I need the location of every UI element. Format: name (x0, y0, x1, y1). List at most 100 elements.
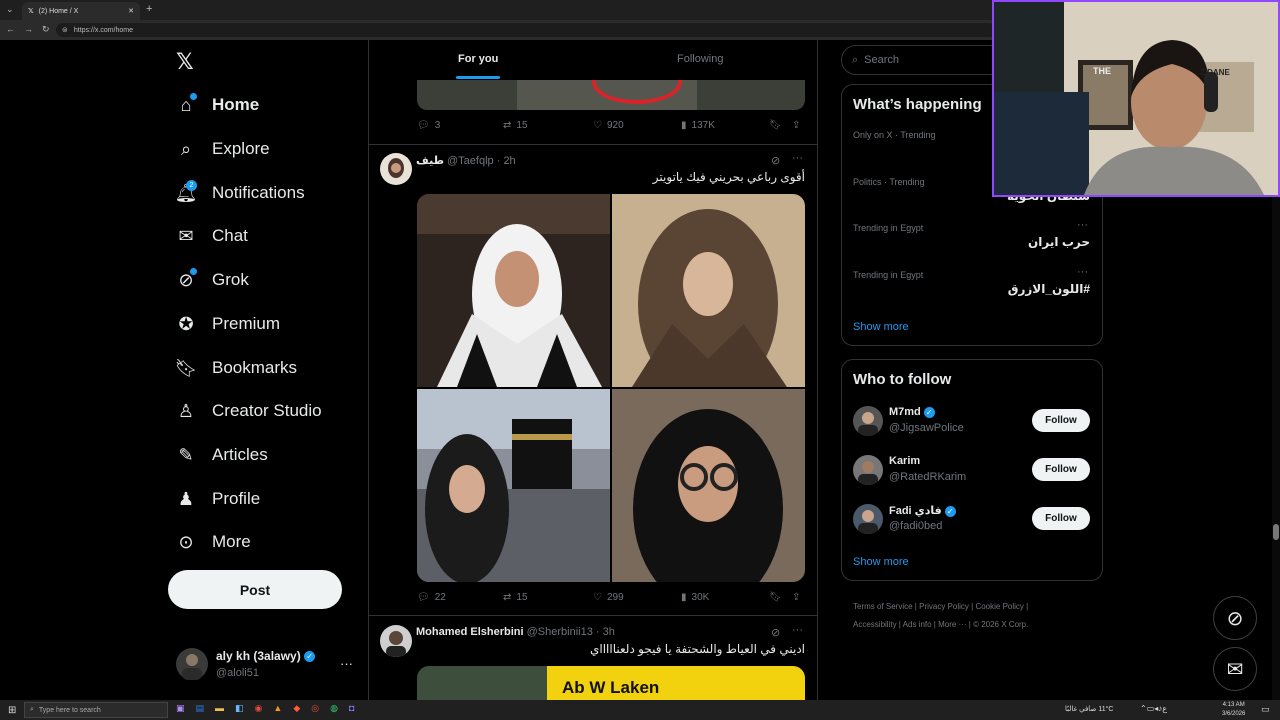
trend-more-icon[interactable]: ··· (1077, 219, 1088, 231)
tab-list-icon[interactable]: ⌄ (6, 4, 14, 15)
sidebar-item-chat[interactable]: ✉ Chat (176, 218, 247, 254)
media-photo-4[interactable] (612, 389, 805, 582)
notification-center-icon[interactable]: ▭ (1261, 704, 1270, 715)
sidebar-item-more[interactable]: ⊙ More (176, 524, 250, 560)
follow-suggestion[interactable]: Fadi فادي ✓ @fadi0bed Follow (842, 502, 1102, 536)
trend-meta: Trending in Egypt (853, 270, 924, 280)
footer-ads[interactable]: Ads info (903, 620, 932, 629)
post1-reply-button[interactable]: 💬︎ 22 (417, 592, 446, 603)
sidebar-item-home[interactable]: ⌂ Home (176, 87, 259, 123)
post1-like-button[interactable]: ♡ 299 (593, 592, 624, 603)
sidebar-item-bookmarks[interactable]: 🔖︎ Bookmarks (175, 350, 297, 386)
trend-meta: Trending in Egypt (853, 223, 924, 233)
media-photo-1[interactable] (417, 194, 610, 387)
post1-media-grid[interactable] (417, 194, 805, 582)
taskbar-app-discord-icon[interactable]: ◘ (349, 703, 354, 714)
sidebar-item-explore[interactable]: ⌕ Explore (176, 131, 270, 167)
reply-button[interactable]: 💬︎ 3 (417, 120, 440, 131)
new-tab-icon[interactable]: + (146, 3, 152, 15)
grok-explain-icon[interactable]: ⊘ (771, 154, 780, 167)
browser-tab[interactable]: 𝕏 (2) Home / X ✕ (22, 2, 140, 20)
follow-suggestion[interactable]: Karim @RatedRKarim Follow (842, 453, 1102, 487)
x-logo-icon[interactable]: 𝕏 (176, 49, 194, 75)
previous-post-media[interactable] (417, 80, 805, 110)
sidebar-item-premium[interactable]: ✪ Premium (176, 306, 280, 342)
post2-media[interactable]: Ab W Laken (417, 666, 805, 700)
taskbar-app-vlc-icon[interactable]: ▲ (273, 703, 282, 714)
views-button[interactable]: ▮ 137K (681, 120, 715, 131)
taskbar-app-brave-icon[interactable]: ◆ (293, 703, 300, 714)
suggestion-avatar[interactable] (853, 504, 883, 534)
post-button[interactable]: Post (168, 570, 342, 609)
post1-handle[interactable]: @Taefqlp (447, 155, 494, 167)
sidebar-item-articles[interactable]: ✎ Articles (176, 437, 267, 473)
sidebar-item-notifications[interactable]: 🔔︎ 2 Notifications (175, 175, 305, 211)
post1-share-icon[interactable]: ⇪ (792, 592, 800, 603)
post1-author[interactable]: طيف (416, 155, 444, 167)
post2-more-icon[interactable]: ··· (792, 624, 803, 636)
account-avatar[interactable] (176, 648, 208, 680)
post1-bookmark-icon[interactable]: 🔖︎ (769, 592, 782, 603)
grok-fab-icon[interactable]: ⊘ (1213, 596, 1257, 640)
trends-show-more[interactable]: Show more (853, 321, 909, 333)
post1-views-button[interactable]: ▮ 30K (681, 592, 709, 603)
taskbar-search[interactable]: ⌕ Type here to search (24, 702, 168, 718)
follow-button[interactable]: Follow (1032, 507, 1090, 530)
taskbar-app-store-icon[interactable]: ▤ (196, 703, 205, 714)
taskbar-app-edit-icon[interactable]: ◧ (235, 703, 244, 714)
taskbar-app-opera-icon[interactable]: ◎ (311, 703, 319, 714)
share-icon[interactable]: ⇪ (792, 120, 800, 131)
account-menu-icon[interactable]: ··· (340, 656, 353, 671)
repost-button[interactable]: ⇄ 15 (503, 120, 528, 131)
messages-fab-icon[interactable]: ✉ (1213, 647, 1257, 691)
system-tray-icons[interactable]: ⌃▭◂♪ع (1140, 704, 1167, 713)
sidebar-item-profile[interactable]: ♟ Profile (176, 481, 260, 517)
taskbar-app-edge-icon[interactable]: ◍ (330, 703, 338, 714)
reload-icon[interactable]: ↻ (42, 24, 50, 35)
windows-start-icon[interactable]: ⊞ (8, 705, 16, 716)
trend-item[interactable]: Trending in Egypt ··· #اللون_الازرق (842, 266, 1102, 310)
account-name-row[interactable]: aly kh (3alawy) ✓ (216, 649, 316, 663)
like-button[interactable]: ♡ 920 (593, 120, 624, 131)
back-icon[interactable]: ← (6, 24, 15, 34)
suggestion-avatar[interactable] (853, 406, 883, 436)
forward-icon[interactable]: → (24, 24, 33, 34)
follow-button[interactable]: Follow (1032, 458, 1090, 481)
taskbar-app-premiere-icon[interactable]: ▣ (176, 703, 185, 714)
bookmark-icon[interactable]: 🔖︎ (769, 120, 782, 131)
post2-time[interactable]: · 3h (596, 626, 615, 638)
media-photo-3[interactable] (417, 389, 610, 582)
suggestion-avatar[interactable] (853, 455, 883, 485)
footer-more[interactable]: More ··· (938, 620, 966, 629)
suggestions-show-more[interactable]: Show more (853, 556, 909, 568)
follow-suggestion[interactable]: M7md ✓ @JigsawPolice Follow (842, 404, 1102, 438)
taskbar-clock[interactable]: 4:13 AM 3/6/2026 (1222, 701, 1245, 719)
scrollbar-thumb[interactable] (1273, 524, 1279, 540)
post1-repost-button[interactable]: ⇄ 15 (503, 592, 528, 603)
taskbar-app-explorer-icon[interactable]: ▬ (215, 703, 224, 714)
footer-accessibility[interactable]: Accessibility (853, 620, 897, 629)
trend-item[interactable]: Trending in Egypt ··· حرب ايران (842, 219, 1102, 263)
post2-handle[interactable]: @Sherbinii13 (527, 626, 593, 638)
trend-more-icon[interactable]: ··· (1077, 266, 1088, 278)
media-photo-2[interactable] (612, 194, 805, 387)
close-tab-icon[interactable]: ✕ (128, 7, 134, 15)
sidebar-item-creator-studio[interactable]: ♙ Creator Studio (176, 393, 322, 429)
sidebar-item-grok[interactable]: ⊘ Grok (176, 262, 249, 298)
post1-time[interactable]: · 2h (497, 155, 516, 167)
footer-cookie[interactable]: Cookie Policy (975, 602, 1023, 611)
post2-avatar[interactable] (380, 625, 412, 657)
follow-button[interactable]: Follow (1032, 409, 1090, 432)
tab-following[interactable]: Following (677, 53, 723, 65)
site-info-icon[interactable]: ⊜ (62, 26, 68, 34)
post1-avatar[interactable] (380, 153, 412, 185)
taskbar-weather[interactable]: 11°C صافي غالبًا (1065, 705, 1113, 713)
post1-more-icon[interactable]: ··· (792, 152, 803, 164)
taskbar-app-chrome-icon[interactable]: ◉ (255, 703, 263, 714)
footer-privacy[interactable]: Privacy Policy (919, 602, 969, 611)
post2-grok-icon[interactable]: ⊘ (771, 626, 780, 639)
post2-author[interactable]: Mohamed Elsherbini (416, 626, 524, 638)
tab-for-you[interactable]: For you (458, 53, 498, 65)
address-bar[interactable]: ⊜ https://x.com/home (56, 23, 996, 37)
footer-terms[interactable]: Terms of Service (853, 602, 913, 611)
